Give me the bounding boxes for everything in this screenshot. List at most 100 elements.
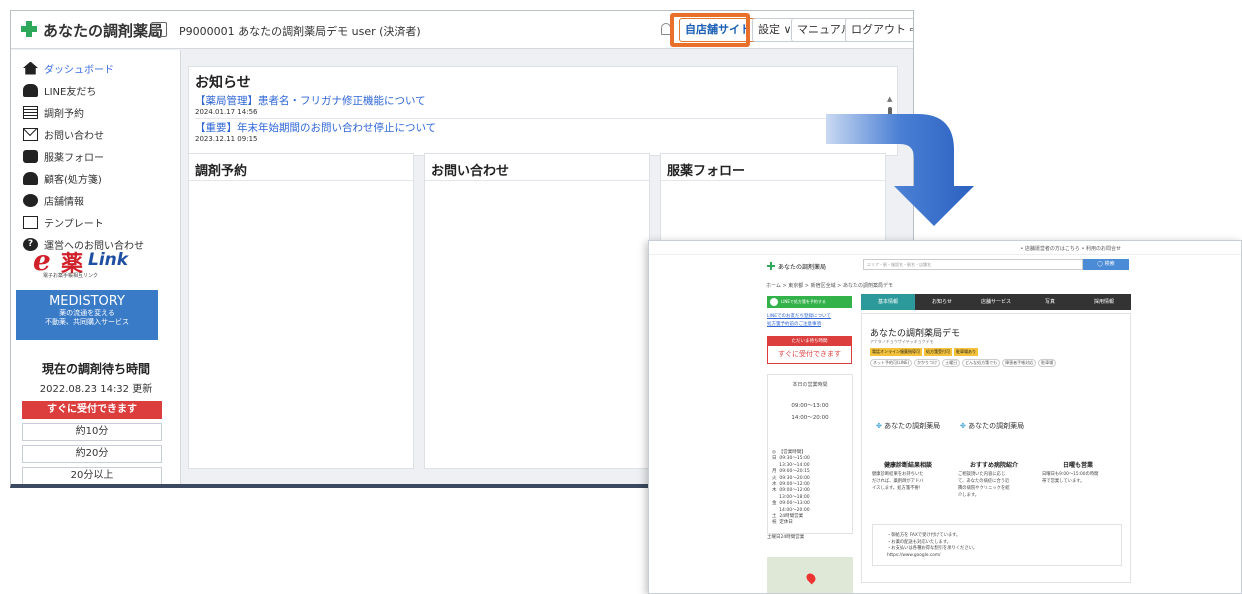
site-search-input[interactable]: エリア・駅・施設名・駅名・店舗名 [863, 259, 1083, 270]
wait-over20-button[interactable]: 20分以上 [22, 467, 162, 484]
sidebar-toggle-icon[interactable] [151, 22, 167, 37]
sidebar: ダッシュボード LINE友だち 調剤予約 お問い合わせ 服薬フォロー 顧客(処方… [11, 50, 181, 484]
feature-text: 日曜日も9:00～15:00の時間 帯で営業しています。 [1042, 472, 1099, 484]
pharmacy-cross-icon [21, 21, 37, 37]
shop-logo-icon: ✤ [876, 422, 882, 430]
sidebar-item-label: お問い合わせ [44, 130, 104, 142]
notice-title: お知らせ [195, 75, 251, 91]
accept-head: ただいま待ち時間 [768, 337, 851, 346]
wait-10min-button[interactable]: 約10分 [22, 423, 162, 441]
panel-title: お問い合わせ [431, 164, 510, 179]
medistory-title: MEDISTORY [49, 294, 125, 309]
map-thumbnail[interactable] [767, 557, 853, 593]
sidebar-item-label: 店舗情報 [44, 196, 84, 208]
business-hours-box: 本日の営業時間 09:00～13:00 14:00～20:00 ◎ 【営業時間】… [767, 374, 853, 534]
chip-row: ネット予約可(LINE) かかりつけ 土曜日 どんな処方箋でも 障害者手帳対応 駐車場 [870, 359, 1058, 367]
tag-row: 電話オンライン服薬指導可 処方箋受付可 駐車場あり [870, 348, 980, 356]
sidebar-item-line-friends[interactable]: LINE友だち [23, 80, 96, 100]
logout-button[interactable]: ログアウト ⇨ [845, 18, 913, 42]
accept-status-box: ただいま待ち時間 すぐに受付できます [767, 336, 852, 364]
hours-main: 14:00～20:00 [791, 415, 829, 421]
tag: 電話オンライン服薬指導可 [870, 348, 922, 356]
scroll-up-icon[interactable]: ▲ [887, 95, 892, 103]
chip[interactable]: 土曜日 [942, 359, 961, 367]
notice-link[interactable]: 【重要】年末年始期間のお問い合わせ停止について [195, 120, 436, 135]
elink-banner[interactable]: e 薬 Link 電子お薬手帳相互リンク [33, 244, 133, 279]
line-info-link[interactable]: LINEでのお友だち登録について [767, 313, 831, 319]
tab-recruit[interactable]: 採用情報 [1077, 294, 1131, 310]
site-top-links[interactable]: • 店舗運営者の方はこちら • 利用のお問合せ [1020, 245, 1121, 252]
people-icon [23, 83, 38, 97]
feature-text: 健康診断結果をお持ちいた だければ、薬剤師がアドバ イスします。処方箋不要！ [872, 472, 924, 491]
sidebar-item-inquiry[interactable]: お問い合わせ [23, 124, 104, 144]
notice-card: お知らせ 【薬局管理】患者名・フリガナ修正機能について 2024.01.17 1… [188, 66, 898, 156]
home-icon [23, 61, 38, 75]
sidebar-item-template[interactable]: テンプレート [23, 212, 104, 232]
medistory-banner[interactable]: MEDISTORY 薬の流通を変える 不動薬、共同購入サービス [16, 290, 158, 340]
hours-list: ◎ 【営業時間】 日 09:30～15:00 13:30～14:00 月 09:… [772, 450, 810, 526]
medistory-line1: 薬の流通を変える [59, 309, 115, 317]
brand-name[interactable]: あなたの調剤薬局 [43, 20, 163, 41]
tab-basic-info[interactable]: 基本情報 [861, 294, 915, 310]
hours-main: 09:00～13:00 [791, 403, 829, 409]
tag: 駐車場あり [954, 348, 978, 356]
feature-text: ご相談頂いた内容に応じ て、あなたの病症に合う近 隣の病院やクリニックを紹 介し… [958, 472, 1010, 498]
handshake-icon [23, 149, 38, 163]
sidebar-item-label: ダッシュボード [44, 64, 114, 76]
sidebar-item-store-info[interactable]: 店舗情報 [23, 190, 84, 210]
logout-label: ログアウト [851, 23, 906, 36]
site-tabs: 基本情報 お知らせ 店舗サービス 写真 採用情報 [861, 294, 1131, 310]
sidebar-item-label: 服薬フォロー [44, 152, 104, 164]
sidebar-item-label: 顧客(処方箋) [44, 174, 102, 186]
sidebar-item-label: テンプレート [44, 218, 104, 230]
site-brand[interactable]: あなたの調剤薬局 [778, 262, 826, 271]
wait-time-updated: 2022.08.23 14:32 更新 [39, 384, 153, 395]
reserve-note-link[interactable]: 処方箋予約前のご注意事項 [767, 321, 821, 327]
line-reserve-button[interactable]: LINEで処方箋を予約する [767, 296, 852, 308]
shop-logo: ✤ あなたの調剤薬局 [876, 421, 940, 431]
chip[interactable]: かかりつけ [914, 359, 941, 367]
breadcrumb[interactable]: ホーム > 東京都 > 新宿区全域 > あなたの調剤薬局デモ [766, 282, 893, 289]
panel-title: 調剤予約 [195, 164, 248, 179]
feature-title: おすすめ病院紹介 [969, 462, 1018, 469]
wait-time-title: 現在の調剤待ち時間 [41, 362, 150, 376]
sidebar-item-customers[interactable]: 顧客(処方箋) [23, 168, 102, 188]
elink-caption: 電子お薬手帳相互リンク [43, 273, 99, 279]
store-id: P9000001 あなたの調剤薬局デモ user (決済者) [179, 25, 421, 38]
accept-text: すぐに受付できます [778, 350, 841, 358]
panel-divider [189, 180, 413, 181]
tab-services[interactable]: 店舗サービス [969, 294, 1023, 310]
wait-now-button[interactable]: すぐに受付できます [22, 401, 162, 419]
manual-label: マニュアル [797, 23, 852, 36]
shop-logo-text: あなたの調剤薬局 [884, 422, 941, 430]
mail-icon [23, 127, 38, 141]
shop-logo: ✤ あなたの調剤薬局 [960, 421, 1024, 431]
notice-link[interactable]: 【薬局管理】患者名・フリガナ修正機能について [195, 93, 426, 108]
wait-20min-button[interactable]: 約20分 [22, 445, 162, 463]
tab-photos[interactable]: 写真 [1023, 294, 1077, 310]
sidebar-item-reservation[interactable]: 調剤予約 [23, 102, 84, 122]
shop-name: あなたの調剤薬局デモ [870, 329, 961, 339]
person-icon [23, 171, 38, 185]
notice-date: 2023.12.11 09:15 [195, 135, 258, 143]
map-pin-icon [804, 571, 818, 585]
chip[interactable]: 駐車場 [1038, 359, 1057, 367]
shop-site-screenshot: • 店舗運営者の方はこちら • 利用のお問合せ あなたの調剤薬局 エリア・駅・施… [648, 240, 1242, 594]
panel-divider [425, 180, 649, 181]
shop-site-highlight [670, 13, 750, 47]
shop-logo-text: あなたの調剤薬局 [968, 422, 1025, 430]
sidebar-item-medication-follow[interactable]: 服薬フォロー [23, 146, 104, 166]
notice-divider [195, 118, 875, 119]
elink-link: Link [88, 250, 129, 270]
sidebar-item-dashboard[interactable]: ダッシュボード [23, 58, 114, 78]
notice-date: 2024.01.17 14:56 [195, 108, 258, 116]
chip[interactable]: ネット予約可(LINE) [870, 359, 913, 367]
site-logo-icon [767, 262, 775, 270]
site-search-button[interactable]: ◯ 検索 [1083, 259, 1129, 270]
tab-news[interactable]: お知らせ [915, 294, 969, 310]
shop-logo-icon: ✤ [960, 422, 966, 430]
calendar-icon [23, 105, 38, 119]
chip[interactable]: どんな処方箋でも [962, 359, 1001, 367]
chip[interactable]: 障害者手帳対応 [1002, 359, 1037, 367]
inquiry-panel: お問い合わせ [424, 153, 650, 469]
